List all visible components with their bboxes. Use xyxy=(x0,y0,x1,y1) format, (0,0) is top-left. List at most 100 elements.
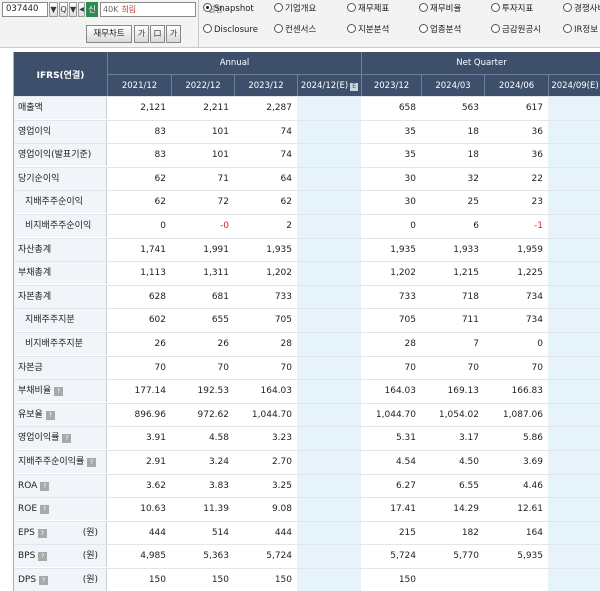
radio-circle-icon xyxy=(347,3,356,12)
menu-radio-b-4[interactable]: 금감원공시 xyxy=(491,23,541,37)
menu-radio-a-1[interactable]: 기업개요 xyxy=(274,2,316,16)
menu-radio-a-4[interactable]: 투자지표 xyxy=(491,2,533,16)
table-cell: 734 xyxy=(525,291,543,302)
print-button[interactable]: 口 xyxy=(150,25,165,43)
row-label-text: 영업이익률 xyxy=(18,433,60,444)
table-cell: -1 xyxy=(534,221,543,231)
search-button[interactable]: Q xyxy=(59,2,68,17)
table-cell: 5,724 xyxy=(390,551,416,562)
info-icon[interactable]: ? xyxy=(62,434,72,444)
font-decrease-button[interactable]: 가 xyxy=(166,25,181,43)
row-label: EPS? (원) xyxy=(14,521,107,544)
table-cell: 28 xyxy=(280,339,292,349)
table-cell: 0 xyxy=(410,221,416,231)
table-cell: 5.31 xyxy=(395,433,416,444)
table-cell xyxy=(297,333,361,355)
financial-chart-button[interactable]: 재무차트 xyxy=(86,25,132,43)
table-cell: 12.61 xyxy=(517,504,543,515)
table-cell xyxy=(297,404,361,426)
radio-label: Disclosure xyxy=(214,25,258,35)
table-cell: 101 xyxy=(211,126,229,137)
menu-radio-a-3[interactable]: 재무비율 xyxy=(419,2,461,16)
table-cell xyxy=(548,168,600,190)
table-cell: 74 xyxy=(280,126,292,137)
code-dropdown-button[interactable]: ▼ xyxy=(49,2,58,17)
table-cell: 5.86 xyxy=(522,433,543,444)
row-label-text: 지배주주지분 xyxy=(25,315,75,326)
info-icon[interactable]: ? xyxy=(45,410,55,420)
stock-code-input[interactable]: 037440 xyxy=(2,2,48,17)
stock-name-field: 40K 희림 xyxy=(100,2,196,17)
info-icon[interactable]: ? xyxy=(87,458,97,467)
table-cell xyxy=(297,309,361,331)
table-cell: 6 xyxy=(473,221,479,231)
menu-radio-b-2[interactable]: 지분분석 xyxy=(347,23,389,37)
row-label-text: 비지배주주순이익 xyxy=(25,221,92,231)
table-row: ROE? 10.63 11.39 9.08 17.41 14.29 12.61 xyxy=(14,497,600,521)
column-header-7: 2024/09(E) xyxy=(548,74,600,96)
history-dropdown-button[interactable]: ▼ xyxy=(69,2,77,17)
table-cell: 1,935 xyxy=(390,244,416,255)
table-cell: 35 xyxy=(404,150,416,161)
prev-stock-button[interactable]: ◀ xyxy=(78,2,85,17)
info-icon[interactable]: ? xyxy=(40,481,50,491)
row-label: 영업이익(발표기준) xyxy=(14,144,107,167)
table-cell: 733 xyxy=(398,291,416,302)
info-icon[interactable]: ? xyxy=(54,387,64,397)
menu-radio-a-2[interactable]: 재무제표 xyxy=(347,2,389,16)
info-icon[interactable]: ? xyxy=(39,576,49,585)
radio-label: 업종분석 xyxy=(430,25,462,35)
font-increase-button[interactable]: 가 xyxy=(134,25,149,43)
table-cell: 4.46 xyxy=(522,480,543,491)
row-label: ROE? xyxy=(14,498,107,521)
row-unit: (원) xyxy=(82,575,98,585)
row-unit: (원) xyxy=(82,551,98,562)
info-icon[interactable]: ? xyxy=(38,552,48,562)
radio-circle-icon xyxy=(419,3,428,12)
table-cell: 1,959 xyxy=(517,244,543,255)
table-cell xyxy=(421,569,484,591)
column-header-4: 2023/12 xyxy=(361,74,421,96)
menu-radio-a-0[interactable]: Snapshot xyxy=(203,2,254,16)
table-cell xyxy=(548,286,600,308)
menu-radio-b-0[interactable]: Disclosure xyxy=(203,23,258,37)
table-cell: 9.08 xyxy=(271,504,292,515)
table-cell: 2 xyxy=(286,221,292,231)
radio-label: 재무비율 xyxy=(430,4,462,14)
row-label-text: DPS xyxy=(18,575,37,585)
table-cell: 70 xyxy=(154,362,166,373)
table-cell: 896.96 xyxy=(134,409,167,420)
row-label: 부채비율? xyxy=(14,380,107,403)
table-cell xyxy=(548,451,600,473)
table-cell xyxy=(297,286,361,308)
row-label: 지배주주순이익 xyxy=(14,191,107,214)
row-label: DPS? (원) xyxy=(14,569,107,591)
table-cell xyxy=(548,357,600,379)
row-label: 지배주주지분 xyxy=(14,309,107,332)
table-cell xyxy=(548,404,600,426)
table-cell xyxy=(297,97,361,119)
row-label: 영업이익률? xyxy=(14,427,107,450)
table-cell: 2,211 xyxy=(203,103,229,113)
column-header-label: 2024/09(E) xyxy=(551,81,599,91)
info-icon[interactable]: ? xyxy=(37,528,47,538)
row-label: 비지배주주지분 xyxy=(14,333,107,355)
stock-tag: 40K xyxy=(103,5,119,14)
table-row: 영업이익 83 101 74 35 18 36 xyxy=(14,119,600,143)
menu-radio-a-5[interactable]: 경쟁사비교 xyxy=(563,2,600,16)
radio-circle-icon xyxy=(203,24,212,33)
row-label-text: 영업이익 xyxy=(18,126,52,137)
estimate-info-icon[interactable]: E xyxy=(350,83,359,91)
menu-radio-b-1[interactable]: 컨센서스 xyxy=(274,23,316,37)
menu-radio-b-5[interactable]: IR정보 xyxy=(563,23,598,37)
table-cell: 30 xyxy=(404,173,416,184)
table-row: 부채총계 1,113 1,311 1,202 1,202 1,215 1,225 xyxy=(14,261,600,285)
row-label-text: 영업이익(발표기준) xyxy=(18,150,92,161)
table-cell: 1,215 xyxy=(453,268,479,279)
table-cell: 2.91 xyxy=(145,457,166,467)
table-cell: 101 xyxy=(211,150,229,161)
table-row: 당기순이익 62 71 64 30 32 22 xyxy=(14,166,600,190)
menu-radio-b-3[interactable]: 업종분석 xyxy=(419,23,461,37)
info-icon[interactable]: ? xyxy=(40,505,50,515)
row-label-text: ROA xyxy=(18,480,38,491)
